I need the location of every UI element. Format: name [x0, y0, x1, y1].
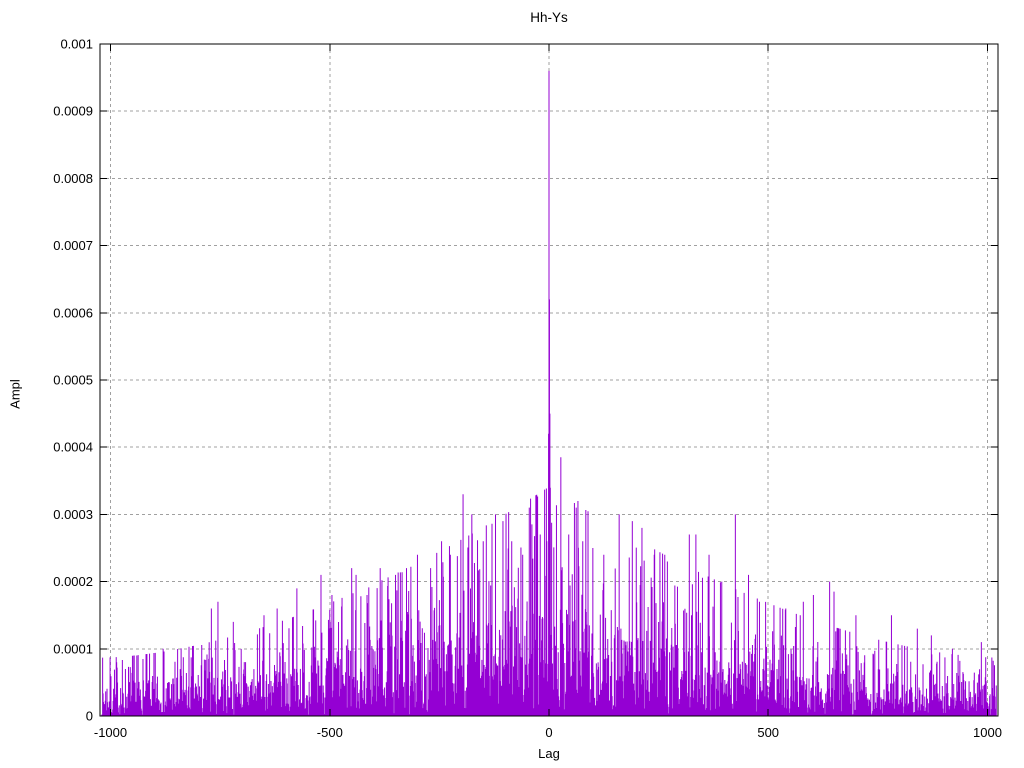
x-tick-labels: -1000 -500 0 500 1000	[94, 725, 1002, 740]
svg-text:0.0009: 0.0009	[53, 104, 93, 119]
svg-text:0.0006: 0.0006	[53, 305, 93, 320]
svg-text:0.0004: 0.0004	[53, 440, 93, 455]
svg-text:0.0003: 0.0003	[53, 507, 93, 522]
svg-text:0.0001: 0.0001	[53, 641, 93, 656]
svg-text:1000: 1000	[973, 725, 1002, 740]
svg-text:-500: -500	[317, 725, 343, 740]
gnuplot-chart-window: Hh-Ys Ampl Lag -1000 -500 0 500 1000 0 0.0001 0…	[0, 0, 1024, 768]
svg-text:0.0002: 0.0002	[53, 574, 93, 589]
impulse-series	[101, 70, 997, 716]
svg-text:0.0007: 0.0007	[53, 238, 93, 253]
svg-text:-1000: -1000	[94, 725, 127, 740]
svg-text:500: 500	[757, 725, 779, 740]
svg-text:0.0005: 0.0005	[53, 373, 93, 388]
y-tick-labels: 0 0.0001 0.0002 0.0003 0.0004 0.0005 0.0006 0.0…	[53, 37, 93, 724]
svg-text:0.001: 0.001	[60, 37, 93, 52]
plot-area: -1000 -500 0 500 1000 0 0.0001 0.0002 0.0003 0.00…	[53, 37, 1002, 741]
svg-text:0: 0	[545, 725, 552, 740]
svg-text:0: 0	[86, 709, 93, 724]
svg-text:0.0008: 0.0008	[53, 171, 93, 186]
